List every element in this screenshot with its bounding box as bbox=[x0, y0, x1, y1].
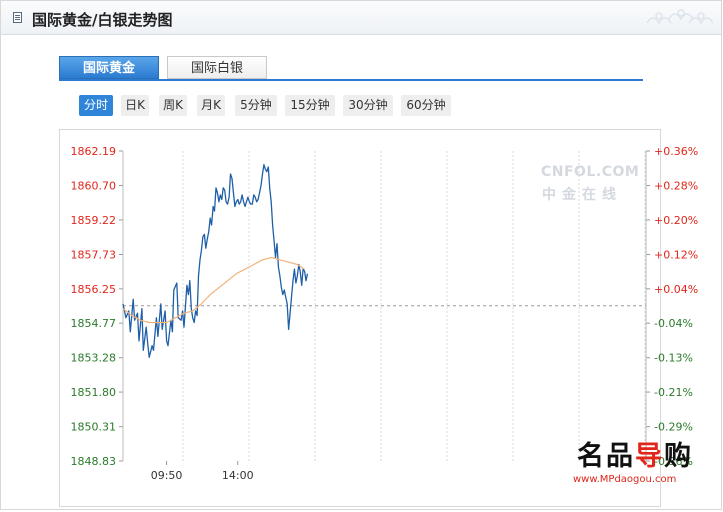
y-tick-label: 1853.28 bbox=[71, 352, 117, 365]
y-pct-tick-label: -0.21% bbox=[654, 386, 693, 399]
y-tick-label: 1859.22 bbox=[71, 214, 117, 227]
x-tick-label: 09:50 bbox=[151, 469, 183, 482]
logo-name-b: 导 bbox=[635, 441, 664, 472]
logo-url: www.MPdaogou.com bbox=[573, 474, 677, 485]
average-price-line bbox=[122, 256, 305, 324]
y-tick-label: 1857.73 bbox=[71, 248, 117, 261]
cnfol-cn-watermark: 中金在线 bbox=[542, 187, 622, 203]
y-tick-label: 1851.80 bbox=[71, 386, 117, 399]
logo-name-c: 购 bbox=[664, 441, 693, 472]
y-pct-tick-label: +0.20% bbox=[654, 214, 698, 227]
y-pct-tick-label: -0.29% bbox=[654, 421, 693, 434]
y-tick-label: 1856.25 bbox=[71, 283, 117, 296]
logo-text: 名品导购 bbox=[577, 441, 693, 473]
y-pct-tick-label: +0.28% bbox=[654, 180, 698, 193]
y-tick-label: 1848.83 bbox=[71, 455, 117, 468]
logo-name-a: 名品 bbox=[577, 441, 635, 472]
y-pct-tick-label: -0.04% bbox=[654, 317, 693, 330]
y-pct-tick-label: +0.04% bbox=[654, 283, 698, 296]
y-pct-tick-label: +0.36% bbox=[654, 145, 698, 158]
y-tick-label: 1850.31 bbox=[71, 421, 117, 434]
gold-silver-chart-panel: 国际黄金/白银走势图 国际黄金 国际白银 分时 日K 周K 月K 5分钟 15分… bbox=[0, 0, 722, 510]
x-tick-label: 14:00 bbox=[222, 469, 254, 482]
y-tick-label: 1854.77 bbox=[71, 317, 117, 330]
mpdaogou-logo: 名品导购 www.MPdaogou.com bbox=[573, 441, 703, 491]
y-pct-tick-label: +0.12% bbox=[654, 248, 698, 261]
y-pct-tick-label: -0.13% bbox=[654, 352, 693, 365]
price-line bbox=[122, 164, 309, 358]
y-tick-label: 1862.19 bbox=[71, 145, 117, 158]
cnfol-watermark: CNFOL.COM bbox=[541, 164, 640, 180]
intraday-price-chart: 1862.19 +0.36% 1860.70 +0.28% 1859.22 +0.20% 1… bbox=[71, 145, 699, 482]
y-tick-label: 1860.70 bbox=[71, 180, 117, 193]
